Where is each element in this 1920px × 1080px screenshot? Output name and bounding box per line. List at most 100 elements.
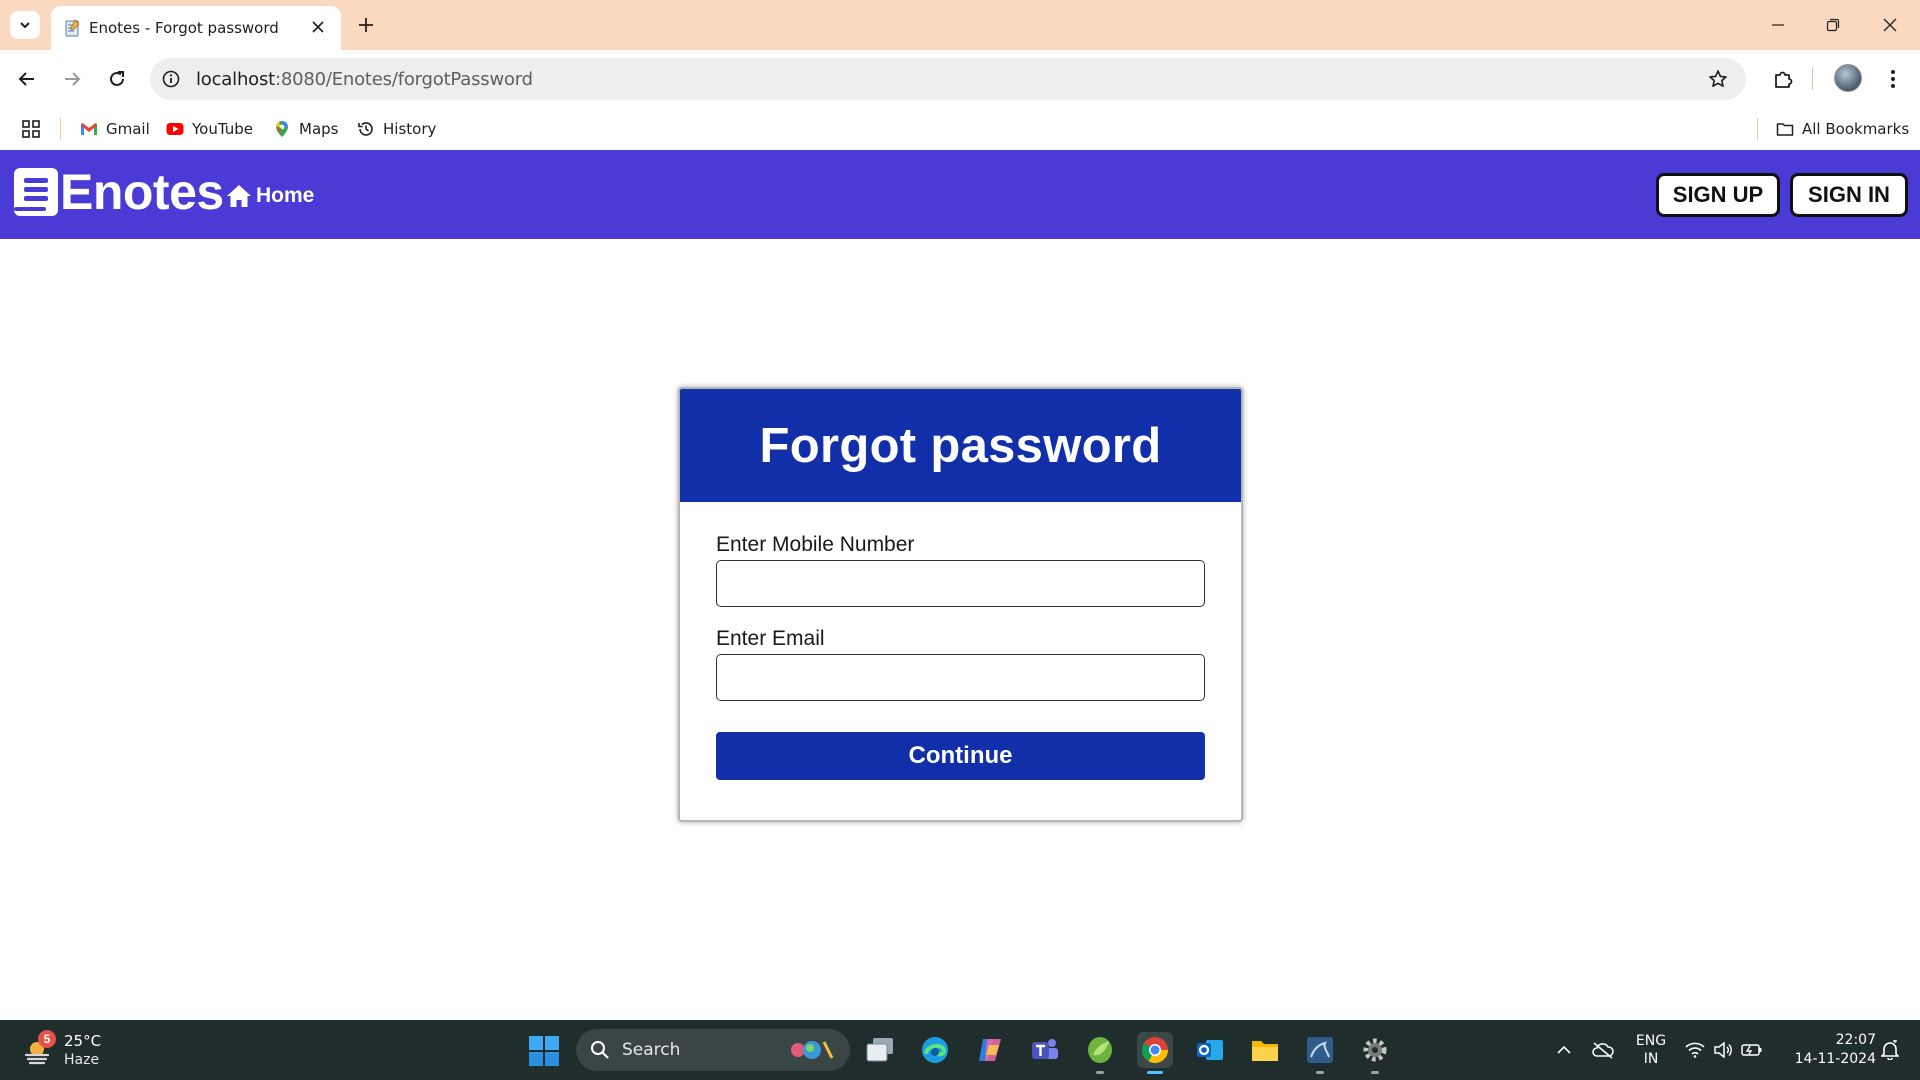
chevron-down-icon xyxy=(20,22,30,29)
mobile-number-input[interactable] xyxy=(716,560,1205,607)
reload-button[interactable] xyxy=(102,64,132,94)
onedrive-status[interactable] xyxy=(1588,1020,1618,1080)
taskbar-app-chrome[interactable] xyxy=(1137,1032,1173,1074)
address-bar[interactable]: localhost:8080/Enotes/forgotPassword xyxy=(150,58,1746,100)
chevron-up-icon xyxy=(1557,1045,1571,1054)
tab-close-button[interactable] xyxy=(307,16,329,38)
temperature: 25°C xyxy=(64,1032,102,1050)
taskbar-app-mysql[interactable] xyxy=(1302,1032,1338,1074)
running-indicator xyxy=(1147,1071,1163,1074)
taskbar-app-folder[interactable] xyxy=(1247,1032,1283,1068)
nav-home-link[interactable]: Home xyxy=(226,184,314,208)
bookmark-star-button[interactable] xyxy=(1706,67,1730,91)
clock-time: 22:07 xyxy=(1835,1032,1876,1048)
browser-tab-active[interactable]: Enotes - Forgot password xyxy=(51,6,341,50)
url-text: localhost:8080/Enotes/forgotPassword xyxy=(196,69,533,90)
forgot-password-card: Forgot password Enter Mobile Number Ente… xyxy=(678,387,1243,822)
history-icon xyxy=(358,122,373,136)
notification-badge: 5 xyxy=(38,1030,56,1048)
outlook-icon xyxy=(1197,1040,1223,1060)
apps-grid-icon xyxy=(22,120,40,138)
forward-button[interactable] xyxy=(57,64,87,94)
notifications-button[interactable] xyxy=(1876,1020,1904,1080)
maps-icon xyxy=(276,121,288,137)
settings-gear-icon xyxy=(1363,1038,1387,1062)
volume-icon xyxy=(1714,1042,1732,1058)
language-code: ENG xyxy=(1635,1033,1667,1049)
search-placeholder: Search xyxy=(622,1040,681,1060)
taskbar-app-file-explorer[interactable] xyxy=(862,1032,898,1068)
copilot-icon xyxy=(979,1039,1001,1061)
browser-menu-button[interactable] xyxy=(1878,64,1908,94)
email-input[interactable] xyxy=(716,654,1205,701)
windows-start-icon[interactable] xyxy=(528,1035,560,1067)
taskbar-search[interactable]: Search xyxy=(576,1029,850,1071)
all-bookmarks-button[interactable]: All Bookmarks xyxy=(1776,116,1909,142)
youtube-icon xyxy=(166,123,184,135)
browser-toolbar: localhost:8080/Enotes/forgotPassword xyxy=(0,50,1920,108)
system-status-icons[interactable] xyxy=(1684,1020,1764,1080)
taskbar-app-outlook[interactable] xyxy=(1192,1032,1228,1068)
sign-up-button[interactable]: SIGN UP xyxy=(1656,173,1780,217)
apps-button[interactable] xyxy=(22,116,40,142)
input-language-indicator[interactable]: ENG IN xyxy=(1628,1020,1674,1080)
search-highlight-icon xyxy=(791,1041,834,1059)
back-button[interactable] xyxy=(12,64,42,94)
region-code: IN xyxy=(1643,1051,1659,1067)
extensions-button[interactable] xyxy=(1768,64,1798,94)
bookmark-label: Gmail xyxy=(106,120,150,138)
arrow-right-icon xyxy=(65,72,81,86)
url-path: :8080/Enotes/forgotPassword xyxy=(275,69,533,90)
folder-icon xyxy=(1252,1041,1278,1061)
taskbar-app-spring[interactable] xyxy=(1082,1032,1118,1074)
restore-icon xyxy=(1826,18,1840,32)
new-tab-button[interactable] xyxy=(352,11,380,39)
browser-tab-strip: Enotes - Forgot password xyxy=(0,0,1920,50)
continue-button[interactable]: Continue xyxy=(716,732,1205,780)
clock-date: 14-11-2024 xyxy=(1794,1051,1876,1067)
site-info-button[interactable] xyxy=(160,68,182,90)
url-host: localhost xyxy=(196,69,275,90)
bookmark-youtube[interactable]: YouTube xyxy=(166,116,253,142)
running-indicator xyxy=(1316,1071,1324,1074)
info-icon xyxy=(162,70,180,88)
weather-condition: Haze xyxy=(64,1052,100,1068)
show-hidden-icons-button[interactable] xyxy=(1552,1020,1576,1080)
folder-icon xyxy=(1776,123,1794,136)
profile-avatar[interactable] xyxy=(1834,64,1862,92)
task-view-icon xyxy=(866,1038,893,1062)
search-icon xyxy=(591,1041,609,1059)
puzzle-icon xyxy=(1775,71,1793,88)
taskbar-app-teams[interactable] xyxy=(1027,1032,1063,1068)
taskbar-app-edge[interactable] xyxy=(917,1032,953,1068)
bookmark-label: YouTube xyxy=(192,120,253,138)
mobile-number-label: Enter Mobile Number xyxy=(716,533,915,556)
gmail-icon xyxy=(81,123,97,135)
mysql-workbench-icon xyxy=(1307,1037,1333,1063)
bookmark-maps[interactable]: Maps xyxy=(273,116,338,142)
cloud-offline-icon xyxy=(1592,1042,1614,1059)
sign-in-button[interactable]: SIGN IN xyxy=(1790,173,1908,217)
chrome-icon xyxy=(1141,1037,1169,1064)
bookmark-history[interactable]: History xyxy=(357,116,436,142)
bookmarks-bar: Gmail YouTube Maps History All Bookmarks xyxy=(0,108,1920,150)
tab-search-button[interactable] xyxy=(10,11,40,39)
brand-link[interactable]: Enotes xyxy=(14,164,224,220)
wifi-icon xyxy=(1685,1042,1705,1058)
weather-widget[interactable]: 5 25°C Haze xyxy=(20,1028,130,1072)
more-vertical-icon xyxy=(1891,70,1895,88)
taskbar-app-copilot[interactable] xyxy=(972,1032,1008,1068)
spring-icon xyxy=(1088,1037,1112,1063)
reload-icon xyxy=(110,71,124,86)
house-icon xyxy=(227,185,251,207)
bookmark-gmail[interactable]: Gmail xyxy=(80,116,150,142)
taskbar-clock[interactable]: 22:07 14-11-2024 xyxy=(1776,1020,1876,1080)
bookmarks-separator xyxy=(1757,118,1758,140)
notepad-favicon-icon xyxy=(65,19,80,37)
close-window-button[interactable] xyxy=(1868,8,1912,42)
restore-button[interactable] xyxy=(1811,8,1855,42)
minimize-button[interactable] xyxy=(1756,8,1800,42)
taskbar-app-settings[interactable] xyxy=(1357,1032,1393,1074)
notebook-icon xyxy=(14,168,58,216)
all-bookmarks-label: All Bookmarks xyxy=(1802,120,1910,138)
